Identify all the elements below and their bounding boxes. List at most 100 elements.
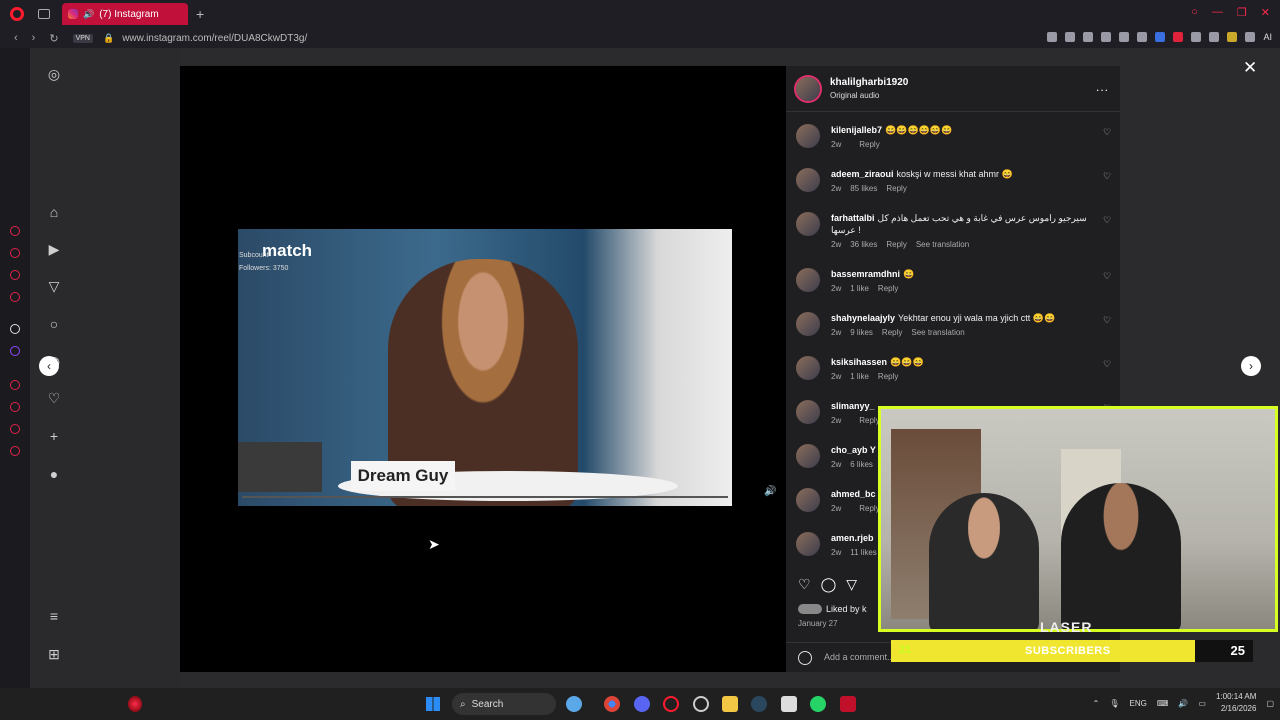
comment-icon[interactable]: ◯	[821, 576, 837, 593]
avatar[interactable]	[796, 212, 820, 236]
search-icon[interactable]: ○	[46, 316, 62, 332]
music-icon[interactable]	[10, 292, 20, 302]
comment-username[interactable]: shahynelaajyly	[831, 313, 895, 323]
settings-icon[interactable]	[10, 446, 20, 456]
avatar[interactable]	[796, 124, 820, 148]
comment-reply-button[interactable]: Reply	[882, 328, 902, 337]
twitch-icon[interactable]	[10, 346, 20, 356]
extension-icon[interactable]	[1191, 32, 1202, 42]
avatar[interactable]	[796, 268, 820, 292]
reels-icon[interactable]: ▶	[46, 241, 62, 258]
see-translation-button[interactable]: See translation	[911, 328, 964, 337]
avatar[interactable]	[796, 488, 820, 512]
app-icon[interactable]	[693, 696, 709, 712]
avatar[interactable]	[796, 168, 820, 192]
pinboard-icon[interactable]	[10, 424, 20, 434]
comment-likes[interactable]: 1 like	[850, 284, 869, 293]
file-explorer-icon[interactable]	[722, 696, 738, 712]
comment-likes[interactable]: 1 like	[850, 372, 869, 381]
comment-username[interactable]: cho_ayb Y	[831, 445, 876, 455]
heart-icon[interactable]	[1137, 32, 1148, 42]
chrome-icon[interactable]	[604, 696, 620, 712]
more-options-button[interactable]: ...	[1096, 80, 1109, 94]
messenger-icon[interactable]	[10, 226, 20, 236]
forward-button[interactable]: ›	[32, 32, 36, 44]
opera-logo-icon[interactable]	[10, 7, 24, 21]
close-modal-button[interactable]: ✕	[1243, 58, 1257, 78]
chatgpt-icon[interactable]	[10, 324, 20, 334]
extension-icon[interactable]	[1227, 32, 1238, 42]
comment-username[interactable]: ksiksihassen	[831, 357, 887, 367]
app-icon[interactable]	[840, 696, 856, 712]
play-icon[interactable]	[1119, 32, 1130, 42]
tab-instagram[interactable]: 🔊 (7) Instagram	[62, 3, 188, 25]
comment-reply-button[interactable]: Reply	[886, 240, 906, 249]
like-icon[interactable]: ♡	[798, 576, 811, 593]
comment-username[interactable]: kilenijalleb7	[831, 125, 882, 135]
share-icon[interactable]: ▽	[846, 576, 857, 593]
volume-icon[interactable]: 🔊	[1178, 699, 1188, 708]
comment-like-icon[interactable]: ♡	[1103, 171, 1111, 182]
reload-button[interactable]: ↻	[49, 32, 58, 45]
instagram-sidebar-icon[interactable]	[10, 248, 20, 258]
discord-icon[interactable]	[634, 696, 650, 712]
instagram-logo-icon[interactable]: ◎	[46, 66, 62, 83]
messages-icon[interactable]: ▽	[46, 278, 62, 295]
back-button[interactable]: ‹	[14, 32, 18, 44]
adblock-icon[interactable]	[1173, 32, 1184, 42]
comment-username[interactable]: farhattalbi	[831, 213, 875, 223]
search-tabs-icon[interactable]: ○	[1191, 6, 1198, 19]
comment-likes[interactable]: 85 likes	[850, 184, 877, 193]
snapshot-icon[interactable]	[1065, 32, 1076, 42]
comment-likes[interactable]: 9 likes	[850, 328, 873, 337]
reel-video[interactable]: Dream Guy match Subcount Followers: 3750	[238, 229, 732, 506]
notification-icon[interactable]: ▢	[1266, 699, 1274, 708]
comment-like-icon[interactable]: ♡	[1103, 359, 1111, 370]
new-tab-button[interactable]: +	[196, 6, 204, 22]
lock-icon[interactable]: 🔒	[103, 33, 114, 44]
opera-gx-taskbar-icon[interactable]	[128, 696, 142, 712]
comment-reply-button[interactable]: Reply	[859, 416, 879, 425]
comment-likes[interactable]: 11 likes	[850, 548, 877, 557]
extension-icon[interactable]	[1155, 32, 1166, 42]
start-icon[interactable]	[426, 697, 440, 711]
ai-button[interactable]: AI	[1263, 32, 1272, 42]
threads-icon[interactable]: ⊞	[46, 646, 62, 663]
bookmark-icon[interactable]	[1047, 32, 1058, 42]
create-icon[interactable]: +	[46, 428, 62, 444]
avatar[interactable]	[796, 77, 820, 101]
maximize-button[interactable]: ❐	[1237, 6, 1247, 19]
avatar[interactable]	[796, 532, 820, 556]
more-menu-icon[interactable]: ≡	[46, 608, 62, 624]
comment-reply-button[interactable]: Reply	[878, 284, 898, 293]
previous-post-button[interactable]: ‹	[39, 356, 59, 376]
emoji-icon[interactable]	[798, 651, 812, 665]
clock[interactable]: 1:00:14 AM 2/16/2026	[1216, 691, 1256, 715]
comment-username[interactable]: ahmed_bc	[831, 489, 876, 499]
comment-reply-button[interactable]: Reply	[886, 184, 906, 193]
app-icon[interactable]	[781, 696, 797, 712]
comment-like-icon[interactable]: ♡	[1103, 271, 1111, 282]
comment-username[interactable]: slimanyy_	[831, 401, 875, 411]
comment-reply-button[interactable]: Reply	[859, 504, 879, 513]
profile-icon[interactable]: ●	[46, 466, 62, 482]
player-icon[interactable]	[10, 380, 20, 390]
post-username[interactable]: khalilgharbi1920	[830, 77, 908, 88]
avatar[interactable]	[796, 312, 820, 336]
comment-like-icon[interactable]: ♡	[1103, 215, 1111, 226]
steam-icon[interactable]	[751, 696, 767, 712]
mute-icon[interactable]: 🔊	[764, 486, 776, 497]
comment-like-icon[interactable]: ♡	[1103, 315, 1111, 326]
comment-username[interactable]: amen.rjeb	[831, 533, 874, 543]
puzzle-icon[interactable]	[1209, 32, 1220, 42]
comment-likes[interactable]: 36 likes	[850, 240, 877, 249]
whatsapp-icon[interactable]	[810, 696, 826, 712]
translate-icon[interactable]	[1101, 32, 1112, 42]
opera-icon[interactable]	[663, 696, 679, 712]
tab-menu-icon[interactable]	[38, 9, 50, 19]
see-translation-button[interactable]: See translation	[916, 240, 969, 249]
shield-icon[interactable]	[1083, 32, 1094, 42]
next-post-button[interactable]: ›	[1241, 356, 1261, 376]
vpn-badge[interactable]: VPN	[72, 33, 93, 43]
liked-by-text[interactable]: Liked by k	[826, 604, 867, 614]
